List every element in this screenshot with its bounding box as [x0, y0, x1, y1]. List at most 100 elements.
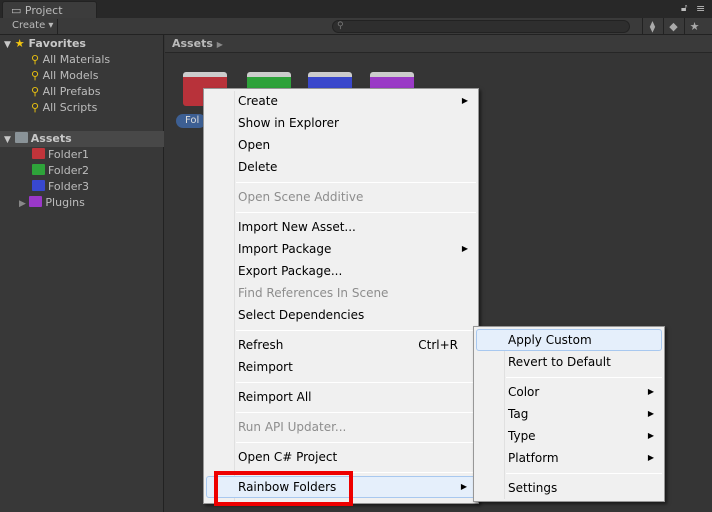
folder-icon	[14, 132, 28, 143]
menu-item-label: Import New Asset...	[238, 220, 356, 234]
tab-project[interactable]: ▭ Project	[2, 1, 97, 19]
menu-item-label: Apply Custom	[508, 333, 592, 347]
menu-item-delete[interactable]: Delete	[206, 156, 476, 178]
folder-icon	[32, 164, 45, 175]
menu-item-label: Reimport	[238, 360, 293, 374]
favorite-star-icon[interactable]: ★	[684, 18, 704, 35]
menu-item-label: Open C# Project	[238, 450, 338, 464]
lock-icon[interactable]: 🔓︎	[681, 3, 687, 14]
menu-item-reimport-all[interactable]: Reimport All	[206, 386, 476, 408]
menu-item-label: Platform	[508, 451, 559, 465]
folder-icon	[32, 180, 45, 191]
chevron-right-icon: ▶	[216, 40, 223, 49]
submenu-item-platform[interactable]: Platform ▶	[476, 447, 662, 469]
menu-separator	[236, 412, 476, 413]
context-menu: Create ▶ Show in Explorer Open Delete Ope…	[203, 88, 479, 504]
menu-item-open-scene-additive: Open Scene Additive	[206, 186, 476, 208]
favorites-header[interactable]: ▼ ★ Favorites	[0, 36, 164, 52]
search-icon: ⚲	[31, 101, 40, 114]
highlight-annotation-box	[214, 471, 353, 506]
menu-item-label: Show in Explorer	[238, 116, 339, 130]
chevron-right-icon: ▶	[647, 431, 654, 440]
submenu-item-apply-custom[interactable]: Apply Custom	[476, 329, 662, 351]
menu-item-label: Open	[238, 138, 271, 152]
project-tree: ▼ ★ Favorites ⚲ All Materials ⚲ All Mode…	[0, 35, 164, 512]
menu-item-open-csharp-project[interactable]: Open C# Project	[206, 446, 476, 468]
folder-item[interactable]: ▶ Plugins	[0, 195, 164, 211]
breadcrumb-assets[interactable]: Assets	[172, 37, 213, 50]
menu-item-import-package[interactable]: Import Package ▶	[206, 238, 476, 260]
menu-item-export-package[interactable]: Export Package...	[206, 260, 476, 282]
menu-item-label: Open Scene Additive	[238, 190, 364, 204]
menu-item-label: Import Package	[238, 242, 332, 256]
menu-separator	[236, 182, 476, 183]
chevron-right-icon: ▶	[647, 409, 654, 418]
menu-icon[interactable]: ≡	[696, 2, 705, 15]
search-icon: ⚲	[31, 85, 40, 98]
assets-header[interactable]: ▼ Assets	[0, 131, 164, 147]
star-icon: ★	[14, 37, 25, 50]
filter-by-type-icon[interactable]: ⧫	[642, 18, 662, 35]
submenu-item-color[interactable]: Color ▶	[476, 381, 662, 403]
favorite-item[interactable]: ⚲ All Models	[0, 68, 164, 84]
favorite-item[interactable]: ⚲ All Scripts	[0, 100, 164, 116]
search-icon: ⚲	[31, 69, 40, 82]
search-icon: ⚲	[337, 21, 344, 31]
expand-arrow-icon[interactable]: ▶	[19, 199, 26, 209]
chevron-right-icon: ▶	[647, 387, 654, 396]
submenu-item-settings[interactable]: Settings	[476, 477, 662, 499]
menu-item-select-dependencies[interactable]: Select Dependencies	[206, 304, 476, 326]
folder-icon	[32, 148, 45, 159]
search-icon: ⚲	[31, 53, 40, 66]
menu-item-label: Color	[508, 385, 540, 399]
submenu-item-tag[interactable]: Tag ▶	[476, 403, 662, 425]
shortcut-label: Ctrl+R	[418, 338, 458, 352]
menu-item-open[interactable]: Open	[206, 134, 476, 156]
menu-item-label: Find References In Scene	[238, 286, 389, 300]
menu-separator	[236, 382, 476, 383]
menu-item-label: Revert to Default	[508, 355, 611, 369]
menu-separator	[236, 212, 476, 213]
menu-item-label: Select Dependencies	[238, 308, 365, 322]
menu-separator	[506, 473, 662, 474]
menu-separator	[236, 442, 476, 443]
menu-item-create[interactable]: Create ▶	[206, 90, 476, 112]
folder-item[interactable]: Folder1	[0, 147, 164, 163]
favorite-item[interactable]: ⚲ All Materials	[0, 52, 164, 68]
menu-item-run-api-updater: Run API Updater...	[206, 416, 476, 438]
menu-item-label: Type	[508, 429, 536, 443]
menu-item-label: Export Package...	[238, 264, 343, 278]
rainbow-folders-submenu: Apply Custom Revert to Default Color ▶ Ta…	[473, 326, 665, 502]
selected-asset-label[interactable]: Fol	[176, 114, 206, 128]
menu-item-show-in-explorer[interactable]: Show in Explorer	[206, 112, 476, 134]
submenu-item-revert-to-default[interactable]: Revert to Default	[476, 351, 662, 373]
menu-item-reimport[interactable]: Reimport	[206, 356, 476, 378]
chevron-right-icon: ▶	[461, 96, 468, 105]
chevron-right-icon: ▶	[461, 244, 468, 253]
chevron-right-icon: ▶	[460, 482, 467, 491]
favorite-item[interactable]: ⚲ All Prefabs	[0, 84, 164, 100]
menu-item-import-new-asset[interactable]: Import New Asset...	[206, 216, 476, 238]
menu-item-label: Run API Updater...	[238, 420, 347, 434]
search-input[interactable]: ⚲	[332, 20, 630, 33]
submenu-item-type[interactable]: Type ▶	[476, 425, 662, 447]
menu-item-label: Reimport All	[238, 390, 312, 404]
menu-item-find-references: Find References In Scene	[206, 282, 476, 304]
tab-bar: ▭ Project 🔓︎ ≡	[0, 0, 712, 19]
folder-item[interactable]: Folder3	[0, 179, 164, 195]
menu-item-label: Refresh	[238, 338, 284, 352]
menu-item-label: Settings	[508, 481, 558, 495]
folder-icon: ▭	[11, 4, 25, 17]
menu-separator	[236, 330, 476, 331]
menu-separator	[506, 377, 662, 378]
breadcrumb: Assets ▶	[165, 35, 712, 53]
plugin-folder-icon	[29, 196, 43, 207]
menu-item-label: Delete	[238, 160, 278, 174]
menu-item-label: Create	[238, 94, 278, 108]
chevron-right-icon: ▶	[647, 453, 654, 462]
filter-by-label-icon[interactable]: ◆	[663, 18, 683, 35]
toolbar: Create ▾ ⚲ ⧫ ◆ ★	[0, 18, 712, 35]
menu-item-refresh[interactable]: Refresh Ctrl+R	[206, 334, 476, 356]
folder-item[interactable]: Folder2	[0, 163, 164, 179]
create-button[interactable]: Create ▾	[6, 19, 58, 34]
